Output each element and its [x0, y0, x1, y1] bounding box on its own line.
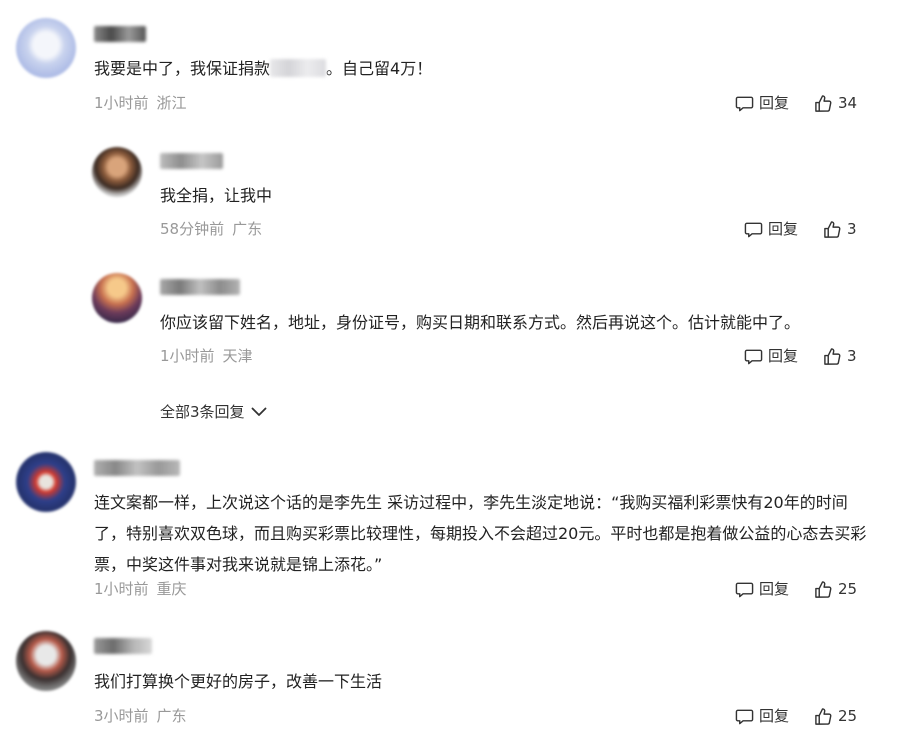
comment-bubble-icon: [735, 94, 759, 113]
avatar[interactable]: [16, 18, 76, 78]
thumbs-up-icon: [823, 347, 847, 366]
comment-text-before: 我要是中了，我保证捐款: [94, 59, 271, 78]
like-button[interactable]: 3: [823, 219, 857, 239]
avatar[interactable]: [16, 631, 76, 691]
reply-location: 广东: [232, 220, 263, 238]
reply-time: 58分钟前: [160, 220, 225, 238]
comment-meta: 1小时前 浙江: [94, 93, 187, 113]
reply-meta: 1小时前 天津: [160, 346, 253, 366]
reply-button[interactable]: 回复: [735, 93, 789, 113]
avatar[interactable]: [92, 147, 142, 197]
comment-location: 重庆: [156, 580, 187, 598]
comment-text: 我们打算换个更好的房子，改善一下生活: [94, 672, 383, 691]
thumbs-up-icon: [814, 707, 838, 726]
username[interactable]: [94, 26, 146, 42]
chevron-down-icon: [245, 402, 267, 422]
redacted-amount: [270, 59, 327, 77]
comment-text: 我要是中了，我保证捐款 。自己留4万！: [94, 53, 432, 84]
like-button[interactable]: 3: [823, 346, 857, 366]
username[interactable]: [160, 153, 223, 169]
reply-button[interactable]: 回复: [744, 219, 798, 239]
username[interactable]: [94, 460, 180, 476]
comment-item: 我们打算换个更好的房子，改善一下生活 3小时前 广东 回复 25: [0, 620, 900, 748]
comment-meta: 1小时前 重庆: [94, 579, 187, 599]
comment-location: 浙江: [156, 94, 187, 112]
expand-replies-label: 全部3条回复: [160, 403, 245, 421]
like-count: 3: [847, 347, 857, 365]
avatar[interactable]: [16, 452, 76, 512]
like-count: 25: [838, 707, 858, 725]
thumbs-up-icon: [823, 220, 847, 239]
like-button[interactable]: 25: [814, 706, 857, 726]
reply-label: 回复: [759, 580, 790, 598]
expand-replies-button[interactable]: 全部3条回复: [160, 402, 267, 422]
comment-meta: 3小时前 广东: [94, 706, 187, 726]
reply-meta: 58分钟前 广东: [160, 219, 262, 239]
comment-text-after: 。自己留4万！: [326, 59, 433, 78]
reply-location: 天津: [222, 347, 253, 365]
like-button[interactable]: 34: [814, 93, 857, 113]
reply-time: 1小时前: [160, 347, 215, 365]
comment-bubble-icon: [744, 220, 768, 239]
comment-text: 连文案都一样，上次说这个话的是李先生 采访过程中，李先生淡定地说：“我购买福利彩…: [94, 493, 867, 574]
thumbs-up-icon: [814, 580, 838, 599]
reply-button[interactable]: 回复: [735, 579, 789, 599]
comment-bubble-icon: [735, 580, 759, 599]
like-count: 3: [847, 220, 857, 238]
username[interactable]: [160, 279, 240, 295]
reply-label: 回复: [759, 707, 790, 725]
thumbs-up-icon: [814, 94, 838, 113]
reply-label: 回复: [768, 220, 799, 238]
comment-location: 广东: [156, 707, 187, 725]
comment-time: 3小时前: [94, 707, 149, 725]
like-count: 25: [838, 580, 858, 598]
reply-text: 你应该留下姓名，地址，身份证号，购买日期和联系方式。然后再说这个。估计就能中了。: [160, 313, 801, 332]
comment-bubble-icon: [744, 347, 768, 366]
reply-label: 回复: [759, 94, 790, 112]
avatar[interactable]: [92, 273, 142, 323]
reply-button[interactable]: 回复: [735, 706, 789, 726]
reply-label: 回复: [768, 347, 799, 365]
comment-time: 1小时前: [94, 580, 149, 598]
reply-text: 我全捐，让我中: [160, 186, 273, 205]
like-count: 34: [838, 94, 858, 112]
like-button[interactable]: 25: [814, 579, 857, 599]
username[interactable]: [94, 638, 152, 654]
comment-bubble-icon: [735, 707, 759, 726]
reply-button[interactable]: 回复: [744, 346, 798, 366]
comment-item: 我要是中了，我保证捐款 。自己留4万！ 1小时前 浙江 回复 34 我全捐，让我中 …: [0, 0, 900, 422]
comment-time: 1小时前: [94, 94, 149, 112]
comment-item: 连文案都一样，上次说这个话的是李先生 采访过程中，李先生淡定地说：“我购买福利彩…: [0, 440, 900, 610]
